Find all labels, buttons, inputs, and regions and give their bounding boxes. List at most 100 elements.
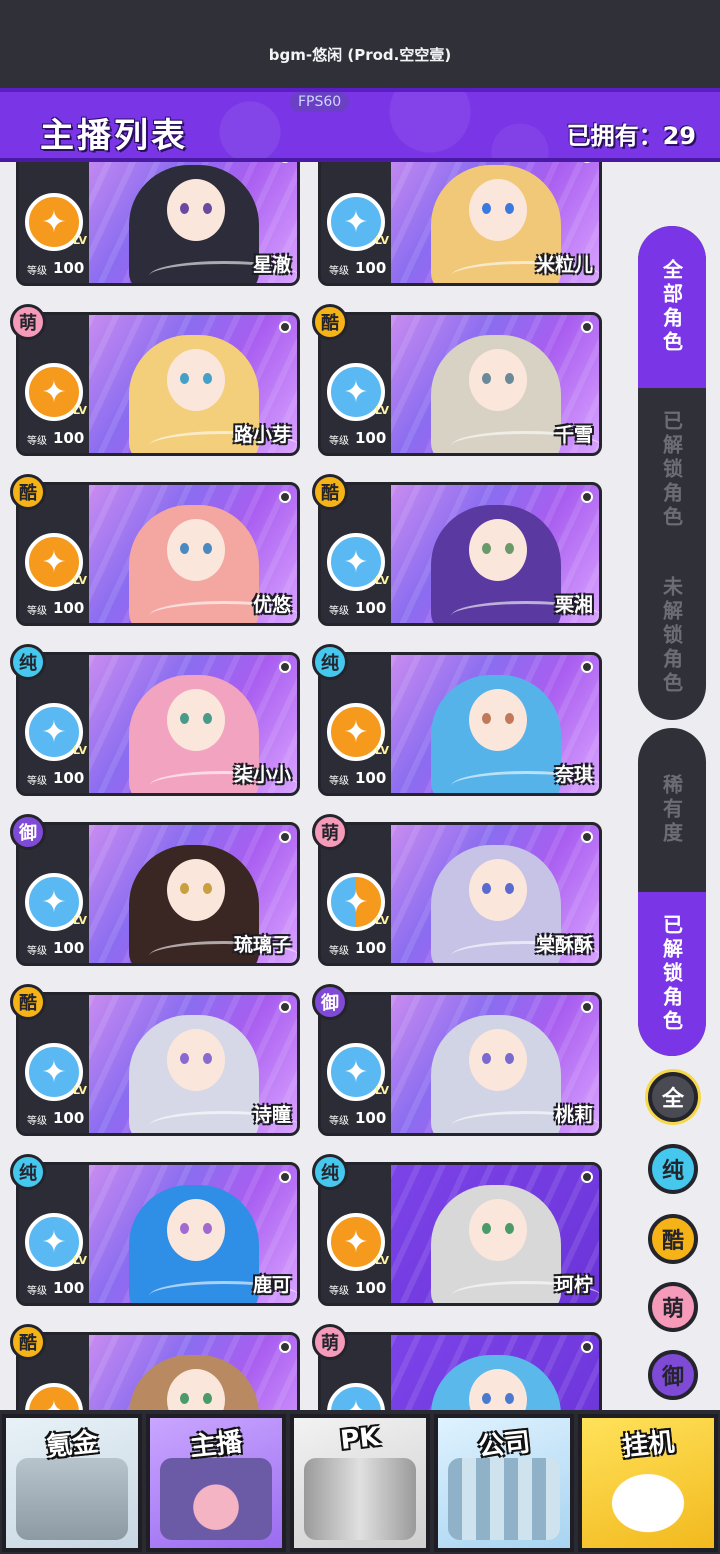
personality-badge: 萌 bbox=[10, 304, 46, 340]
character-eye bbox=[482, 1053, 491, 1064]
streamer-card[interactable]: ✦ LV 等级 100 米粒儿 bbox=[318, 162, 602, 286]
select-indicator[interactable] bbox=[581, 1171, 593, 1183]
level-value: 100 bbox=[53, 259, 85, 277]
character-eye bbox=[482, 203, 491, 214]
character-face bbox=[167, 1029, 225, 1091]
select-indicator[interactable] bbox=[581, 321, 593, 333]
select-indicator[interactable] bbox=[279, 1341, 291, 1353]
personality-badge: 御 bbox=[10, 814, 46, 850]
select-indicator[interactable] bbox=[581, 1341, 593, 1353]
filter-all[interactable]: 全 bbox=[648, 1072, 698, 1122]
tab-streamer[interactable]: 主播 bbox=[146, 1414, 286, 1552]
nav-unlocked-sort[interactable]: 已解锁角色 bbox=[638, 892, 706, 1056]
level-label: 等级 bbox=[27, 1286, 47, 1297]
level-value: 100 bbox=[53, 1279, 85, 1297]
level-label: 等级 bbox=[27, 946, 47, 957]
level-value: 100 bbox=[53, 939, 85, 957]
character-eye bbox=[203, 373, 212, 384]
coins-icon bbox=[16, 1458, 128, 1540]
streamer-name: 柒小小 bbox=[233, 764, 291, 786]
character-eye bbox=[482, 713, 491, 724]
filter-meng[interactable]: 萌 bbox=[648, 1282, 698, 1332]
level-label: 等级 bbox=[329, 1116, 349, 1127]
streamer-name: 优悠 bbox=[252, 594, 291, 616]
bottom-nav: 氪金 主播 PK 公司 挂机 bbox=[0, 1410, 720, 1554]
status-bar: bgm-悠闲 (Prod.空空壹) bbox=[0, 0, 720, 88]
streamer-card[interactable]: ✦ LV 等级 100 桃莉 bbox=[318, 992, 602, 1136]
level-label: 等级 bbox=[27, 266, 47, 277]
streamer-card[interactable]: ✦ LV 等级 100 千雪 bbox=[318, 312, 602, 456]
character-eye bbox=[505, 373, 514, 384]
select-indicator[interactable] bbox=[581, 1001, 593, 1013]
level-label: 等级 bbox=[27, 776, 47, 787]
level-value: 100 bbox=[355, 1279, 387, 1297]
character-eye bbox=[505, 1053, 514, 1064]
streamer-card[interactable]: ✦LV bbox=[318, 1332, 602, 1410]
personality-badge: 萌 bbox=[312, 1324, 348, 1360]
character-face bbox=[167, 1199, 225, 1261]
streamer-card[interactable]: ✦LV bbox=[16, 1332, 300, 1410]
streamer-grid[interactable]: ✦ LV 等级 100 星澈 ✦ LV 等级 100 米粒儿 ✦ LV 等级 100 路小芽萌 ✦ LV 等级 10… bbox=[0, 162, 630, 1410]
streamer-card[interactable]: ✦ LV 等级 100 棠酥酥 bbox=[318, 822, 602, 966]
nav-unlocked-characters[interactable]: 已解锁角色 bbox=[638, 388, 706, 552]
level-label: 等级 bbox=[329, 606, 349, 617]
streamer-card[interactable]: ✦ LV 等级 100 诗瞳 bbox=[16, 992, 300, 1136]
streamer-name: 鹿可 bbox=[252, 1274, 291, 1296]
streamer-name: 桃莉 bbox=[554, 1104, 593, 1126]
select-indicator[interactable] bbox=[279, 661, 291, 673]
streamer-card[interactable]: ✦ LV 等级 100 路小芽 bbox=[16, 312, 300, 456]
select-indicator[interactable] bbox=[581, 831, 593, 843]
character-eye bbox=[505, 713, 514, 724]
tab-company[interactable]: 公司 bbox=[434, 1414, 574, 1552]
character-face bbox=[469, 1029, 527, 1091]
streamer-name: 星澈 bbox=[252, 254, 291, 276]
streamer-card[interactable]: ✦ LV 等级 100 优悠 bbox=[16, 482, 300, 626]
select-indicator[interactable] bbox=[279, 491, 291, 503]
character-face bbox=[469, 689, 527, 751]
select-indicator[interactable] bbox=[581, 661, 593, 673]
lv-tag: LV bbox=[374, 574, 389, 587]
personality-badge: 纯 bbox=[312, 644, 348, 680]
filter-chun[interactable]: 纯 bbox=[648, 1144, 698, 1194]
filter-yu[interactable]: 御 bbox=[648, 1350, 698, 1400]
character-eye bbox=[203, 713, 212, 724]
tab-pk[interactable]: PK bbox=[290, 1414, 430, 1552]
tab-idle[interactable]: 挂机 bbox=[578, 1414, 718, 1552]
character-eye bbox=[180, 1223, 189, 1234]
select-indicator[interactable] bbox=[279, 321, 291, 333]
streamer-card[interactable]: ✦ LV 等级 100 琉璃子 bbox=[16, 822, 300, 966]
category-nav: 全部角色 已解锁角色 未解锁角色 bbox=[638, 226, 706, 720]
streamer-card[interactable]: ✦ LV 等级 100 柒小小 bbox=[16, 652, 300, 796]
streamer-name: 奈琪 bbox=[554, 764, 593, 786]
personality-badge: 酷 bbox=[10, 1324, 46, 1360]
level-value: 100 bbox=[53, 769, 85, 787]
select-indicator[interactable] bbox=[279, 831, 291, 843]
nav-locked-characters[interactable]: 未解锁角色 bbox=[638, 552, 706, 720]
filter-ku[interactable]: 酷 bbox=[648, 1214, 698, 1264]
building-icon bbox=[448, 1458, 560, 1540]
select-indicator[interactable] bbox=[279, 1171, 291, 1183]
nav-all-characters[interactable]: 全部角色 bbox=[638, 226, 706, 388]
character-eye bbox=[180, 1053, 189, 1064]
level-value: 100 bbox=[355, 939, 387, 957]
owned-count: 已拥有：29 bbox=[566, 122, 696, 150]
level-value: 100 bbox=[355, 1109, 387, 1127]
streamer-name: 珂柠 bbox=[554, 1274, 593, 1296]
streamer-card[interactable]: ✦ LV 等级 100 奈琪 bbox=[318, 652, 602, 796]
character-portrait bbox=[89, 1335, 297, 1410]
attribute-emblem-icon: ✦LV bbox=[327, 193, 389, 251]
fps-counter: FPS60 bbox=[290, 92, 350, 112]
page-title: 主播列表 bbox=[40, 116, 188, 156]
select-indicator[interactable] bbox=[581, 491, 593, 503]
streamer-card[interactable]: ✦ LV 等级 100 珂柠 bbox=[318, 1162, 602, 1306]
streamer-card[interactable]: ✦ LV 等级 100 星澈 bbox=[16, 162, 300, 286]
character-eye bbox=[482, 1223, 491, 1234]
streamer-card[interactable]: ✦ LV 等级 100 鹿可 bbox=[16, 1162, 300, 1306]
tab-krypton[interactable]: 氪金 bbox=[2, 1414, 142, 1552]
character-eye bbox=[505, 883, 514, 894]
select-indicator[interactable] bbox=[279, 1001, 291, 1013]
attribute-emblem-icon: ✦LV bbox=[25, 703, 87, 761]
nav-rarity[interactable]: 稀有度 bbox=[638, 728, 706, 892]
level-label: 等级 bbox=[27, 1116, 47, 1127]
streamer-card[interactable]: ✦ LV 等级 100 栗湘 bbox=[318, 482, 602, 626]
